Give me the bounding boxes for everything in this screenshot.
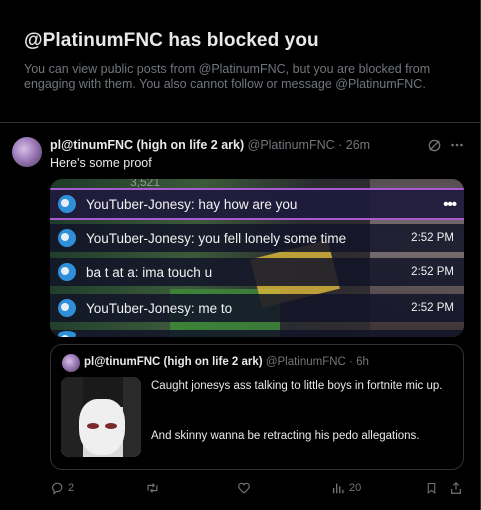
blocked-description: You can view public posts from @Platinum…: [24, 62, 431, 91]
retweet-icon: [145, 481, 160, 495]
divider: [0, 122, 480, 123]
quote-text: And skinny wanna be retracting his pedo …: [151, 430, 420, 442]
quote-header: pl@tinumFNC (high on life 2 ark) @Platin…: [84, 356, 369, 368]
retweet-button[interactable]: [145, 481, 160, 495]
chat-message: YouTuber-Jonesy: you fell lonely some ti…: [50, 224, 464, 252]
chat-message-time: 2:52 PM: [411, 302, 454, 314]
chat-user-icon: [58, 331, 76, 337]
chat-more-icon: •••: [443, 195, 457, 213]
chat-message-text: YouTuber-Jonesy: you fell lonely some ti…: [86, 230, 347, 246]
chat-user-icon: [58, 195, 76, 213]
chat-message-text: YouTuber-Jonesy: hay how are you: [86, 196, 298, 212]
quote-avatar: [62, 354, 80, 372]
like-icon: [237, 481, 251, 495]
chat-message-text: ba t at a: ima touch u: [86, 264, 213, 280]
chat-message-partial: [50, 330, 464, 337]
chat-user-icon: [58, 263, 76, 281]
chat-message: YouTuber-Jonesy: hay how are you •••: [50, 188, 464, 220]
chat-message: ba t at a: ima touch u 2:52 PM: [50, 258, 464, 286]
more-icon[interactable]: [450, 138, 464, 152]
chat-message-time: 2:52 PM: [411, 232, 454, 244]
chat-user-icon: [58, 229, 76, 247]
views-count: 20: [349, 482, 362, 494]
tweet-text: Here's some proof: [50, 156, 152, 170]
bookmark-button[interactable]: [425, 481, 438, 495]
reply-count: 2: [68, 482, 75, 494]
chat-message-time: 2:52 PM: [411, 266, 454, 278]
chat-user-icon: [58, 299, 76, 317]
tweet-media[interactable]: 3,521 YouTuber-Jonesy: hay how are you •…: [50, 179, 464, 337]
grok-icon[interactable]: [427, 138, 442, 153]
views-button[interactable]: 20: [331, 481, 361, 495]
share-icon: [449, 481, 463, 495]
quote-text: Caught jonesys ass talking to little boy…: [151, 380, 443, 392]
like-button[interactable]: [237, 481, 251, 495]
blocked-title: @PlatinumFNC has blocked you: [24, 30, 319, 51]
quote-handle-time: @PlatinumFNC · 6h: [265, 356, 369, 368]
reply-icon: [50, 481, 64, 495]
share-button[interactable]: [449, 481, 463, 495]
quote-display-name: pl@tinumFNC (high on life 2 ark): [84, 356, 263, 368]
display-name[interactable]: pl@tinumFNC (high on life 2 ark): [50, 138, 244, 152]
quote-image: [61, 377, 141, 457]
views-icon: [331, 481, 345, 495]
handle-time[interactable]: @PlatinumFNC · 26m: [248, 138, 370, 152]
chat-message: YouTuber-Jonesy: me to 2:52 PM: [50, 294, 464, 322]
bookmark-icon: [425, 481, 438, 495]
avatar[interactable]: [12, 137, 42, 167]
reply-button[interactable]: 2: [50, 481, 74, 495]
tweet-header: pl@tinumFNC (high on life 2 ark) @Platin…: [50, 138, 370, 152]
chat-message-text: YouTuber-Jonesy: me to: [86, 300, 233, 316]
